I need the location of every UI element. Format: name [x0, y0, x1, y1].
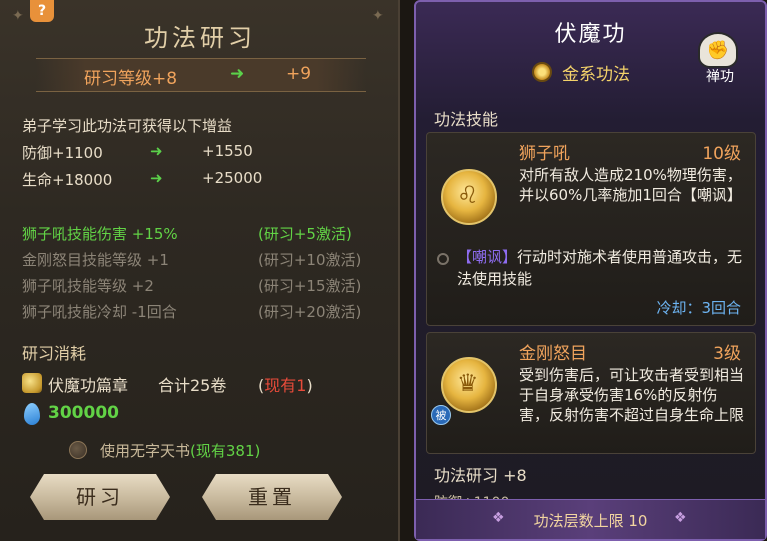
layer-limit-bar: ❖ 功法层数上限 10 ❖	[416, 499, 765, 539]
bonus-name: 狮子吼技能等级 +2	[22, 277, 154, 295]
bonus-name: 狮子吼技能冷却 -1回合	[22, 303, 177, 321]
skill-level: 3级	[713, 344, 741, 364]
zen-label: 禅功	[706, 69, 734, 85]
skill-card[interactable]: ♛ 被 金刚怒目 3级 受到伤害后，可让攻击者受到相当于自身承受伤害16%的反射…	[426, 332, 756, 454]
metal-element-icon	[532, 62, 552, 82]
bonus-condition: (研习+10激活)	[258, 251, 362, 269]
study-level-label: 研习等级+8	[84, 69, 178, 89]
bonus-row-locked: 狮子吼技能冷却 -1回合 (研习+20激活)	[22, 301, 382, 323]
stat-current: 生命+18000	[22, 171, 113, 189]
lion-roar-icon: ♌	[441, 169, 497, 225]
bonus-row-locked: 狮子吼技能等级 +2 (研习+15激活)	[22, 275, 382, 297]
skills-section-title: 功法技能	[434, 110, 499, 129]
study-level-bar: 研习等级+8 ➜ +9	[36, 58, 366, 92]
arrow-right-icon: ➜	[150, 142, 163, 160]
bonus-name: 金刚怒目技能等级 +1	[22, 251, 169, 269]
stat-row-defense: 防御+1100 ➜ +1550	[22, 142, 382, 164]
skill-level: 10级	[702, 144, 741, 164]
arrow-right-icon: ➜	[150, 169, 163, 187]
study-level-next: +9	[286, 64, 312, 84]
skill-description: 对所有敌人造成210%物理伤害，并以60%几率施加1回合【嘲讽】	[519, 166, 742, 204]
skill-name: 金刚怒目	[519, 344, 587, 364]
cost-item-total: 合计25卷	[158, 376, 227, 395]
study-panel: ? ✦ ✦ 功法研习 研习等级+8 ➜ +9 弟子学习此功法可获得以下增益 防御…	[0, 0, 400, 541]
bullet-icon	[437, 253, 449, 265]
use-book-label[interactable]: 使用无字天书(现有381)	[100, 440, 260, 461]
scroll-book-icon[interactable]	[22, 373, 42, 393]
bonus-condition: (研习+20激活)	[258, 303, 362, 321]
skill-description: 受到伤害后，可让攻击者受到相当于自身承受伤害16%的反射伤害，反射伤害不超过自身…	[519, 366, 745, 424]
panel-title: 功法研习	[144, 24, 256, 52]
bonus-row-locked: 金刚怒目技能等级 +1 (研习+10激活)	[22, 249, 382, 271]
passive-badge: 被	[431, 405, 451, 425]
currency-cost: 300000	[48, 403, 119, 423]
reset-button[interactable]: 重置	[202, 474, 342, 520]
cost-item-owned: (现有1)	[258, 376, 313, 395]
cost-item-name: 伏魔功篇章	[48, 376, 129, 395]
study-section-title: 功法研习 +8	[434, 466, 527, 485]
bonus-condition: (研习+15激活)	[258, 277, 362, 295]
arrow-right-icon: ➜	[230, 64, 245, 84]
fist-icon: ✊	[698, 32, 738, 68]
vajra-glare-icon: ♛	[441, 357, 497, 413]
technique-detail-panel: 伏魔功 金系功法 ✊ 禅功 功法技能 ♌ 狮子吼 10级 对所有敌人造成210%…	[414, 0, 767, 541]
skill-note: 【嘲讽】行动时对施术者使用普通攻击，无法使用技能	[457, 248, 743, 288]
stat-next: +1550	[202, 142, 253, 160]
stat-next: +25000	[202, 169, 263, 187]
stat-current: 防御+1100	[22, 144, 103, 162]
gain-description: 弟子学习此功法可获得以下增益	[22, 117, 233, 135]
bonus-row-active: 狮子吼技能伤害 +15% (研习+5激活)	[22, 223, 382, 245]
study-button[interactable]: 研习	[30, 474, 170, 520]
technique-type: 金系功法	[562, 65, 630, 85]
bonus-condition: (研习+5激活)	[258, 225, 352, 243]
layer-limit-text: 功法层数上限 10	[533, 512, 648, 530]
spirit-stone-icon	[24, 403, 40, 425]
bonus-name: 狮子吼技能伤害 +15%	[22, 225, 178, 243]
skill-cooldown: 冷却：3回合	[656, 299, 741, 317]
ornament-icon: ❖	[674, 510, 687, 526]
stat-row-hp: 生命+18000 ➜ +25000	[22, 169, 382, 191]
skill-name: 狮子吼	[519, 144, 570, 164]
use-book-checkbox[interactable]	[69, 441, 87, 459]
skill-card[interactable]: ♌ 狮子吼 10级 对所有敌人造成210%物理伤害，并以60%几率施加1回合【嘲…	[426, 132, 756, 326]
cost-title: 研习消耗	[22, 344, 87, 363]
